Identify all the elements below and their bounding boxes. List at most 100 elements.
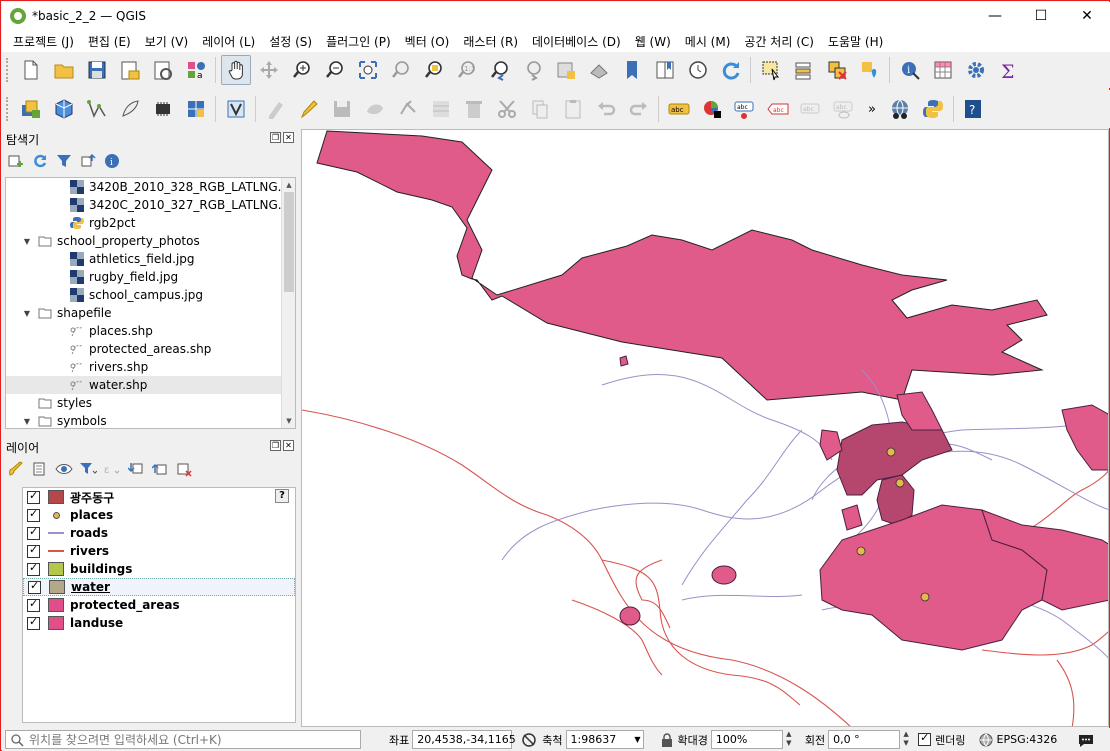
collapse-all-button[interactable] xyxy=(150,459,170,479)
magnifier-spin-icon[interactable]: ▲ ▼ xyxy=(783,730,795,749)
properties-button[interactable]: i xyxy=(102,151,122,171)
help-contents-button[interactable]: ? xyxy=(958,94,988,124)
copy-features-button[interactable] xyxy=(525,94,555,124)
undo-button[interactable] xyxy=(591,94,621,124)
browser-item[interactable]: ▼ symbols xyxy=(6,412,295,428)
minimize-button[interactable]: — xyxy=(972,2,1018,30)
vertex-tool-button[interactable] xyxy=(393,94,423,124)
menu-database[interactable]: 데이터베이스 (D) xyxy=(525,33,628,50)
select-location-button[interactable] xyxy=(855,55,885,85)
manage-visibility-button[interactable] xyxy=(54,459,74,479)
new-memory-layer-button[interactable] xyxy=(148,94,178,124)
new-geopackage-button[interactable] xyxy=(49,94,79,124)
crs-globe-icon[interactable] xyxy=(978,732,994,748)
deselect-features-button[interactable] xyxy=(822,55,852,85)
layer-visibility-checkbox[interactable] xyxy=(27,525,40,540)
paste-features-button[interactable] xyxy=(558,94,588,124)
expand-arrow-icon[interactable]: ▼ xyxy=(22,417,32,426)
scroll-up-icon[interactable]: ▲ xyxy=(282,178,295,192)
close-button[interactable]: ✕ xyxy=(1064,2,1110,30)
browser-scrollbar[interactable]: ▲ ▼ xyxy=(281,178,295,428)
menu-plugins[interactable]: 플러그인 (P) xyxy=(319,33,398,50)
zoom-native-button[interactable]: 1:1 xyxy=(452,55,482,85)
menu-web[interactable]: 웹 (W) xyxy=(628,33,678,50)
maximize-button[interactable]: ☐ xyxy=(1018,2,1064,30)
new-project-button[interactable] xyxy=(16,55,46,85)
layer-item[interactable]: places xyxy=(23,506,295,524)
layer-visibility-checkbox[interactable] xyxy=(27,597,40,612)
add-selected-layers-button[interactable] xyxy=(6,151,26,171)
add-feature-button[interactable] xyxy=(360,94,390,124)
browser-item[interactable]: places.shp xyxy=(6,322,295,340)
cut-features-button[interactable] xyxy=(492,94,522,124)
messages-icon[interactable] xyxy=(1077,731,1095,749)
save-project-button[interactable] xyxy=(82,55,112,85)
menu-view[interactable]: 보기 (V) xyxy=(138,33,195,50)
layer-item[interactable]: roads xyxy=(23,524,295,542)
toggle-editing-button[interactable] xyxy=(294,94,324,124)
pan-to-selection-button[interactable] xyxy=(254,55,284,85)
style-manager-button[interactable]: a xyxy=(181,55,211,85)
map-canvas[interactable] xyxy=(301,129,1109,727)
show-unplaced-labels-button[interactable]: abc xyxy=(763,94,793,124)
save-edits-button[interactable] xyxy=(327,94,357,124)
refresh-button[interactable] xyxy=(716,55,746,85)
menu-layer[interactable]: 레이어 (L) xyxy=(195,33,262,50)
select-features-button[interactable] xyxy=(756,55,786,85)
modify-attributes-button[interactable] xyxy=(426,94,456,124)
lock-icon[interactable] xyxy=(660,732,674,748)
temporal-controller-button[interactable] xyxy=(683,55,713,85)
rotation-field[interactable]: 0,0 ° xyxy=(828,730,901,749)
quickmapservices-button[interactable] xyxy=(885,94,915,124)
new-print-layout-button[interactable] xyxy=(115,55,145,85)
menu-project[interactable]: 프로젝트 (J) xyxy=(6,33,81,50)
layer-item[interactable]: protected_areas xyxy=(23,596,295,614)
filter-browser-button[interactable] xyxy=(54,151,74,171)
zoom-to-layer-button[interactable] xyxy=(419,55,449,85)
browser-item[interactable]: athletics_field.jpg xyxy=(6,250,295,268)
browser-item[interactable]: school_campus.jpg xyxy=(6,286,295,304)
current-edits-button[interactable] xyxy=(261,94,291,124)
coordinate-field[interactable]: 20,4538,-34,1165 xyxy=(412,730,516,749)
help-icon[interactable]: ? xyxy=(275,489,289,503)
delete-selected-button[interactable] xyxy=(459,94,489,124)
style-panel-button[interactable] xyxy=(6,459,26,479)
scale-combo[interactable]: 1:98637 ▼ xyxy=(565,730,644,749)
browser-item[interactable]: 3420C_2010_327_RGB_LATLNG.tif xyxy=(6,196,295,214)
show-hide-labels-button[interactable]: abc xyxy=(829,94,859,124)
new-map-view-button[interactable] xyxy=(551,55,581,85)
menu-help[interactable]: 도움말 (H) xyxy=(821,33,890,50)
layer-visibility-checkbox[interactable] xyxy=(27,615,40,630)
expand-arrow-icon[interactable]: ▼ xyxy=(22,309,32,318)
browser-item[interactable]: ▼ school_property_photos xyxy=(6,232,295,250)
new-virtual-layer-button[interactable] xyxy=(181,94,211,124)
menu-vector[interactable]: 벡터 (O) xyxy=(398,33,457,50)
filter-expression-button[interactable]: ε xyxy=(102,459,122,479)
browser-item[interactable]: water.shp xyxy=(6,376,295,394)
pan-map-button[interactable] xyxy=(220,55,251,85)
menu-settings[interactable]: 설정 (S) xyxy=(262,33,319,50)
diagram-options-button[interactable] xyxy=(697,94,727,124)
open-project-button[interactable] xyxy=(49,55,79,85)
open-attribute-table-button[interactable] xyxy=(928,55,958,85)
layer-visibility-checkbox[interactable] xyxy=(28,579,41,594)
browser-item[interactable]: 3420B_2010_328_RGB_LATLNG.tif xyxy=(6,178,295,196)
expand-all-button[interactable] xyxy=(126,459,146,479)
magnifier-field[interactable]: 100% xyxy=(710,730,783,749)
layer-visibility-checkbox[interactable] xyxy=(27,543,40,558)
remove-layer-button[interactable] xyxy=(174,459,194,479)
float-panel-icon[interactable]: ❐ xyxy=(270,440,281,451)
new-3d-view-button[interactable] xyxy=(584,55,614,85)
zoom-in-button[interactable] xyxy=(287,55,317,85)
layer-item[interactable]: rivers xyxy=(23,542,295,560)
layer-item[interactable]: 광주동구? xyxy=(23,488,295,506)
move-label-button[interactable]: abc xyxy=(796,94,826,124)
zoom-next-button[interactable] xyxy=(518,55,548,85)
toolbar-grip[interactable] xyxy=(6,97,10,121)
close-panel-icon[interactable]: ✕ xyxy=(283,440,294,451)
identify-features-button[interactable]: i xyxy=(895,55,925,85)
highlight-pin-button[interactable]: abc xyxy=(730,94,760,124)
browser-item[interactable]: rugby_field.jpg xyxy=(6,268,295,286)
toolbox-button[interactable] xyxy=(961,55,991,85)
browser-item[interactable]: styles xyxy=(6,394,295,412)
